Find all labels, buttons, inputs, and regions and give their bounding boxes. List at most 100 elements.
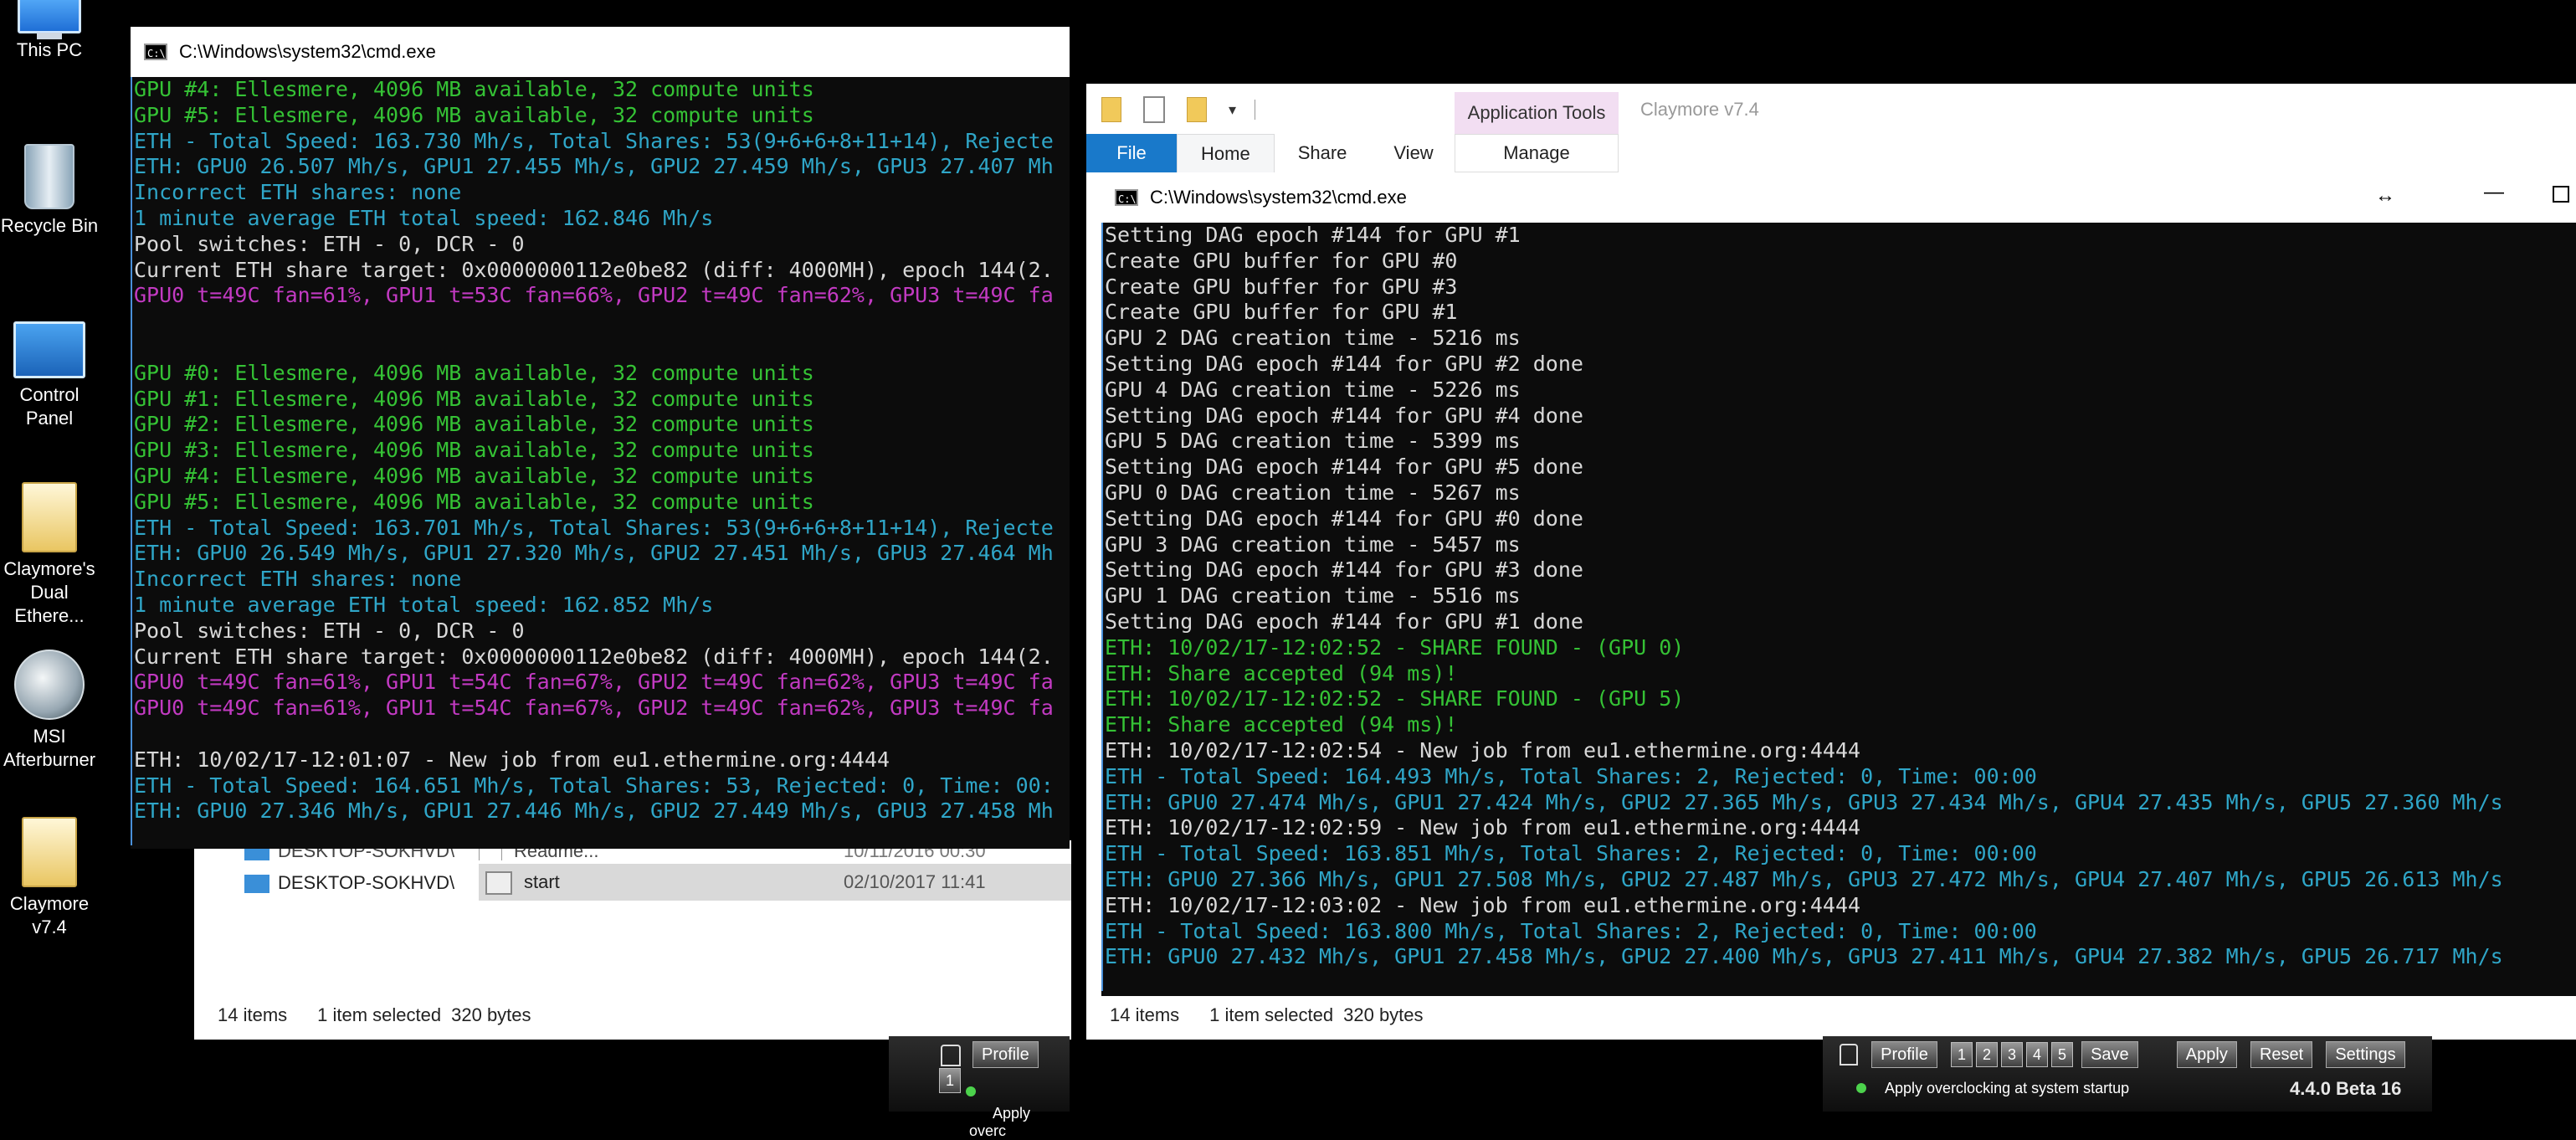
console-line: Create GPU buffer for GPU #0 [1105,248,1458,273]
resize-cursor-icon: ↔ [2375,184,2395,207]
desktop-icon-label: Control Panel [19,384,80,429]
console-line: GPU 1 DAG creation time - 5516 ms [1105,583,1521,609]
console-line: GPU #4: Ellesmere, 4096 MB available, 32… [134,463,814,488]
profile-slots: 12345 [1950,1042,2076,1067]
recycle-bin-icon [24,144,74,209]
console-line: Incorrect ETH shares: none [134,567,462,592]
settings-button[interactable]: Settings [2326,1041,2405,1068]
status-led-icon [1856,1083,1866,1093]
desktop-icon[interactable]: MSI Afterburner [0,650,99,772]
console-line: GPU 3 DAG creation time - 5457 ms [1105,531,1521,557]
desktop-icon[interactable]: Claymore's Dual Ethere... [0,482,99,628]
desktop-icon[interactable]: Control Panel [0,321,99,430]
profile-slot-2[interactable]: 2 [1975,1042,1998,1067]
console-line: GPU #0: Ellesmere, 4096 MB available, 32… [134,360,814,385]
customize-toolbar-icon[interactable]: ▾ [1229,101,1236,119]
startup-label: Apply overclocking at system startup [1885,1080,2130,1096]
cmd-titlebar[interactable]: C:\ C:\Windows\system32\cmd.exe ↔ — [1101,172,2576,223]
console-line: GPU #4: Ellesmere, 4096 MB available, 32… [134,77,814,101]
console-line: ETH - Total Speed: 163.800 Mh/s, Total S… [1105,918,2037,943]
status-led-icon [966,1086,976,1096]
cmd-window-left[interactable]: C:\ C:\Windows\system32\cmd.exe GPU #4: … [131,27,1070,849]
console-line: ETH: GPU0 26.507 Mh/s, GPU1 27.455 Mh/s,… [134,154,1054,179]
cmd-window-right[interactable]: C:\ C:\Windows\system32\cmd.exe ↔ — Sett… [1101,172,2576,996]
maximize-button[interactable] [2553,186,2569,203]
save-button[interactable]: Save [2081,1041,2138,1068]
console-line: ETH: GPU0 27.366 Mh/s, GPU1 27.508 Mh/s,… [1105,866,2503,891]
console-line: GPU0 t=49C fan=61%, GPU1 t=54C fan=67%, … [134,670,1054,695]
tab-file[interactable]: File [1086,134,1177,172]
console-line: ETH: 10/02/17-12:02:52 - SHARE FOUND - (… [1105,686,1685,711]
console-line: Pool switches: ETH - 0, DCR - 0 [134,231,525,256]
profile-slot-4[interactable]: 4 [2025,1042,2048,1067]
new-folder-icon[interactable] [1187,97,1207,122]
minimize-button[interactable]: — [2484,181,2504,204]
tab-view[interactable]: View [1370,134,1456,172]
tab-manage[interactable]: Manage [1455,134,1619,172]
file-row-selected[interactable]: start 02/10/2017 11:41 [479,864,1071,901]
console-line: GPU0 t=49C fan=61%, GPU1 t=54C fan=67%, … [134,696,1054,721]
console-line: ETH: 10/02/17-12:02:54 - New job from eu… [1105,737,1861,763]
window-title: C:\Windows\system32\cmd.exe [179,41,436,62]
console-line: GPU0 t=49C fan=61%, GPU1 t=53C fan=66%, … [134,283,1054,308]
afterburner-icon [14,650,85,720]
profile-label: Profile [972,1041,1039,1068]
profile-slot-1[interactable]: 1 [939,1068,961,1093]
folder-icon [22,817,77,887]
tab-home[interactable]: Home [1177,133,1275,173]
startup-label: Apply overc [969,1105,1031,1139]
console-output[interactable]: GPU #4: Ellesmere, 4096 MB available, 32… [131,77,1071,845]
console-line: ETH - Total Speed: 163.730 Mh/s, Total S… [134,128,1054,153]
console-line: Setting DAG epoch #144 for GPU #4 done [1105,403,1583,428]
cmd-icon: C:\ [1115,189,1138,206]
console-line: Incorrect ETH shares: none [134,180,462,205]
console-line: 1 minute average ETH total speed: 162.85… [134,592,714,617]
application-tools-group: Application Tools Manage [1455,92,1619,172]
console-line: ETH: 10/02/17-12:02:59 - New job from eu… [1105,815,1861,840]
afterburner-strip-left: Profile 1 Apply overc [889,1036,1070,1139]
startup-row[interactable]: Apply overclocking at system startup 4.4… [1823,1068,2432,1099]
reset-button[interactable]: Reset [2250,1041,2313,1068]
startup-row[interactable]: Apply overc [889,1086,1070,1140]
nav-item-label: DESKTOP-SOKHVD\ [278,872,455,893]
tab-share[interactable]: Share [1275,134,1371,172]
quick-access-toolbar: ▾ [1101,95,1256,124]
properties-icon[interactable] [1143,96,1165,123]
console-line: 1 minute average ETH total speed: 162.84… [134,205,714,230]
console-output[interactable]: Setting DAG epoch #144 for GPU #1 Create … [1101,223,2576,991]
profile-label: Profile [1871,1041,1937,1068]
desktop-icon[interactable]: This PC [0,0,99,62]
status-selected: 1 item selected [1209,1004,1334,1025]
cmd-titlebar[interactable]: C:\ C:\Windows\system32\cmd.exe [131,27,1070,77]
console-line: GPU 4 DAG creation time - 5226 ms [1105,377,1521,402]
folder-icon[interactable] [1101,97,1121,122]
console-line: ETH: 10/02/17-12:01:07 - New job from eu… [134,747,890,772]
apply-button[interactable]: Apply [2176,1041,2237,1068]
folder-icon [22,482,77,552]
profile-slot-1[interactable]: 1 [1950,1042,1973,1067]
profile-slot-5[interactable]: 5 [2050,1042,2073,1067]
console-line: ETH: GPU0 27.432 Mh/s, GPU1 27.458 Mh/s,… [1105,944,2503,969]
console-line: Create GPU buffer for GPU #3 [1105,274,1458,299]
console-line: ETH: GPU0 27.346 Mh/s, GPU1 27.446 Mh/s,… [134,799,1054,824]
console-line: ETH: GPU0 26.549 Mh/s, GPU1 27.320 Mh/s,… [134,541,1054,566]
console-line: Pool switches: ETH - 0, DCR - 0 [134,618,525,643]
lock-icon[interactable] [941,1045,961,1066]
desktop-icon-label: MSI Afterburner [3,726,96,770]
console-line: Current ETH share target: 0x0000000112e0… [134,644,1054,669]
console-line: ETH: 10/02/17-12:02:52 - SHARE FOUND - (… [1105,634,1685,660]
desktop-icon[interactable]: Claymore v7.4 [0,817,99,939]
computer-icon [18,0,81,39]
lock-icon[interactable] [1840,1044,1858,1066]
desktop-icon-label: Claymore v7.4 [9,893,90,937]
afterburner-strip-right: Profile 12345 Save Apply Reset Settings … [1823,1036,2432,1112]
profile-slot-3[interactable]: 3 [2000,1042,2023,1067]
console-line: Setting DAG epoch #144 for GPU #0 done [1105,506,1583,531]
console-line: ETH: Share accepted (94 ms)! [1105,712,1458,737]
console-line: GPU #5: Ellesmere, 4096 MB available, 32… [134,489,814,514]
file-name: start [524,871,560,892]
desktop-icon[interactable]: Recycle Bin [0,144,99,238]
nav-item-desktop[interactable]: DESKTOP-SOKHVD\ [244,872,454,894]
